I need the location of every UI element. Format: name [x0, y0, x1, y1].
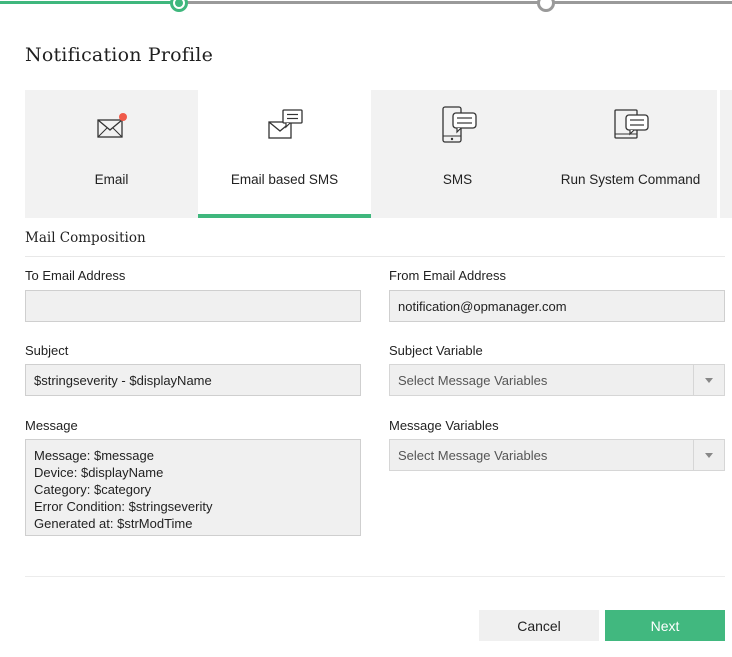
tab-email-based-sms-label: Email based SMS — [230, 172, 339, 187]
select-divider — [693, 365, 694, 395]
subject-field[interactable]: $stringseverity - $displayName — [25, 364, 361, 396]
subject-variable-label: Subject Variable — [389, 343, 483, 358]
device-command-icon — [609, 104, 653, 148]
step-2-indicator — [170, 0, 188, 12]
tab-email-based-sms[interactable]: Email based SMS — [198, 90, 371, 218]
subject-label: Subject — [25, 343, 69, 358]
mobile-message-icon — [436, 104, 480, 148]
envelope-message-icon — [263, 104, 307, 148]
from-email-label: From Email Address — [389, 268, 507, 283]
notification-method-tabs: Email Email based SMS SMS Run System Com… — [25, 90, 732, 218]
subject-variable-placeholder: Select Message Variables — [398, 372, 548, 388]
tab-sms-label: SMS — [442, 172, 473, 187]
footer-divider — [25, 576, 725, 577]
tab-sms[interactable]: SMS — [371, 90, 544, 218]
page-title: Notification Profile — [25, 44, 214, 66]
tab-email-label: Email — [94, 172, 129, 187]
section-title: Mail Composition — [25, 230, 146, 246]
cancel-button[interactable]: Cancel — [479, 610, 599, 641]
from-email-field[interactable]: notification@opmanager.com — [389, 290, 725, 322]
message-textarea[interactable]: Message: $message Device: $displayName C… — [25, 439, 361, 536]
message-variables-placeholder: Select Message Variables — [398, 447, 548, 463]
active-tab-indicator — [198, 214, 371, 218]
select-divider — [693, 440, 694, 470]
tab-run-system-command-label: Run System Command — [560, 172, 701, 187]
next-button[interactable]: Next — [605, 610, 725, 641]
stepper-progress — [0, 1, 179, 4]
tab-email[interactable]: Email — [25, 90, 198, 218]
to-email-label: To Email Address — [25, 268, 126, 283]
tab-run-system-command[interactable]: Run System Command — [544, 90, 717, 218]
step-3-indicator — [537, 0, 555, 12]
chevron-down-icon[interactable] — [705, 378, 713, 383]
tabs-scroll-edge — [717, 90, 720, 218]
envelope-icon — [90, 104, 134, 148]
section-divider — [25, 256, 725, 257]
message-variables-label: Message Variables — [389, 418, 499, 433]
chevron-down-icon[interactable] — [705, 453, 713, 458]
progress-stepper — [0, 0, 732, 14]
message-variables-select[interactable]: Select Message Variables — [389, 439, 725, 471]
to-email-field[interactable] — [25, 290, 361, 322]
subject-variable-select[interactable]: Select Message Variables — [389, 364, 725, 396]
message-label: Message — [25, 418, 78, 433]
